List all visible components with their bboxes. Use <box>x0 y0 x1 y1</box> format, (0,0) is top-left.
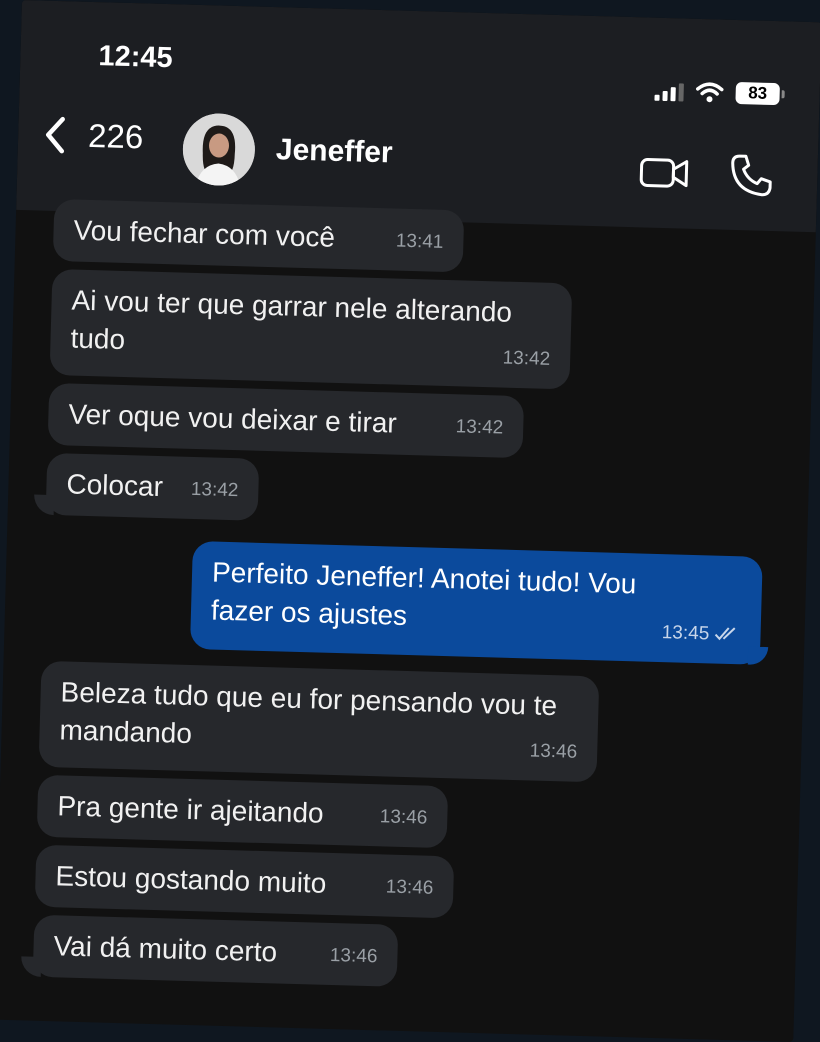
chevron-left-icon <box>45 116 65 154</box>
double-check-icon <box>714 627 736 641</box>
top-bar: 12:45 83 226 Jeneffer <box>16 0 820 233</box>
message-incoming[interactable]: Vai dá muito certo 13:46 <box>32 914 399 987</box>
message-time: 13:46 <box>329 944 378 968</box>
message-incoming[interactable]: Estou gostando muito 13:46 <box>34 844 455 919</box>
message-incoming[interactable]: Ver oque vou deixar e tirar 13:42 <box>47 382 525 459</box>
phone-icon[interactable] <box>729 153 774 198</box>
chat-header: 226 Jeneffer <box>17 108 819 210</box>
message-text: Beleza tudo que eu for pensando vou te m… <box>59 676 558 750</box>
bubble-tail <box>747 646 769 666</box>
message-text: Colocar <box>66 468 164 503</box>
status-icons: 83 <box>654 80 780 106</box>
message-text: Ver oque vou deixar e tirar <box>68 398 398 439</box>
message-time: 13:42 <box>502 347 551 370</box>
message-time: 13:45 <box>661 622 710 645</box>
message-time: 13:41 <box>395 230 444 253</box>
status-time: 12:45 <box>98 40 174 75</box>
message-text: Vai dá muito certo <box>53 930 278 968</box>
chat-screen: 12:45 83 226 Jeneffer Vou fechar com voc… <box>0 0 820 1042</box>
message-outgoing[interactable]: Perfeito Jeneffer! Anotei tudo! Vou faze… <box>189 540 763 665</box>
message-incoming[interactable]: Colocar 13:42 <box>45 452 260 521</box>
message-text: Ai vou ter que garrar nele alterando tud… <box>70 284 513 356</box>
message-text: Vou fechar com você <box>73 214 336 253</box>
message-time: 13:46 <box>385 876 434 899</box>
message-incoming[interactable]: Beleza tudo que eu for pensando vou te m… <box>38 660 600 783</box>
message-incoming[interactable]: Vou fechar com você 13:41 <box>52 198 465 273</box>
unread-count: 226 <box>87 116 144 156</box>
video-camera-icon[interactable] <box>639 155 690 190</box>
message-incoming[interactable]: Ai vou ter que garrar nele alterando tud… <box>49 268 573 390</box>
bubble-tail <box>33 494 55 516</box>
message-time: 13:46 <box>379 806 428 829</box>
contact-name[interactable]: Jeneffer <box>275 133 393 170</box>
battery-icon: 83 <box>735 81 780 106</box>
message-text: Estou gostando muito <box>55 860 327 899</box>
wifi-icon <box>696 82 724 103</box>
message-time: 13:42 <box>190 478 239 502</box>
message-time: 13:42 <box>455 416 504 439</box>
message-text: Pra gente ir ajeitando <box>57 790 325 829</box>
signal-icon <box>654 81 684 102</box>
avatar-image <box>181 112 256 187</box>
message-text: Perfeito Jeneffer! Anotei tudo! Vou faze… <box>210 556 637 631</box>
message-time: 13:46 <box>529 740 578 763</box>
avatar[interactable] <box>181 112 256 187</box>
message-incoming[interactable]: Pra gente ir ajeitando 13:46 <box>36 774 449 849</box>
bubble-tail <box>20 956 42 977</box>
message-meta: 13:45 <box>661 614 741 654</box>
back-button[interactable]: 226 <box>40 115 144 158</box>
